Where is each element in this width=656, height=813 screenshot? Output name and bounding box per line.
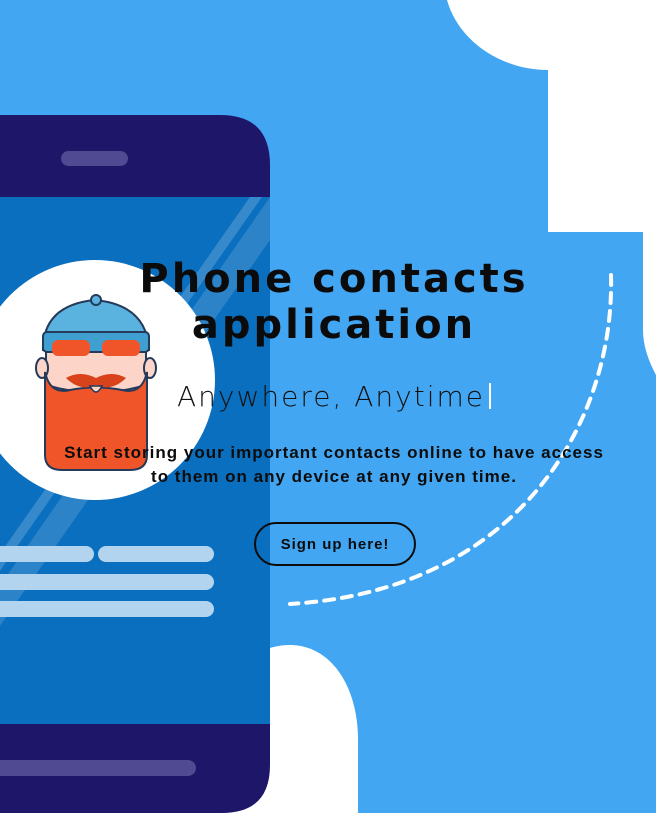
hero-description: Start storing your important contacts on… xyxy=(64,443,604,486)
page-title: Phone contacts application xyxy=(139,256,529,348)
typed-tagline: Anywhere, Anytime xyxy=(177,380,485,413)
hero-section: Phone contacts application Anywhere, Any… xyxy=(0,0,656,813)
sign-up-button[interactable]: Sign up here! xyxy=(254,522,416,566)
typing-cursor xyxy=(489,383,491,409)
tagline-container: Anywhere, Anytime xyxy=(100,380,568,413)
